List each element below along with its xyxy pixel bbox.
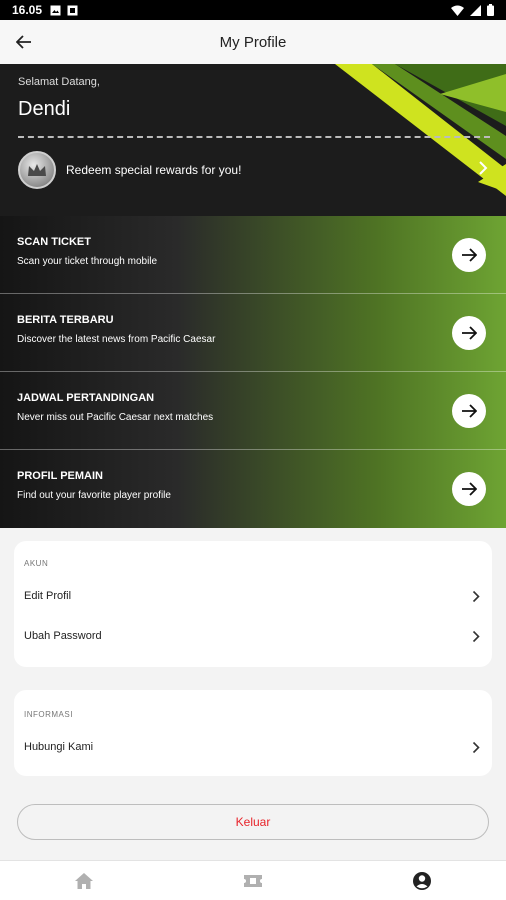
arrow-right-icon: [462, 482, 477, 496]
arrow-right-icon: [462, 404, 477, 418]
feature-menu: SCAN TICKET Scan your ticket through mob…: [0, 216, 506, 528]
nav-profile[interactable]: [337, 861, 506, 900]
arrow-right-button[interactable]: [452, 472, 486, 506]
arrow-right-button[interactable]: [452, 394, 486, 428]
arrow-right-icon: [462, 326, 477, 340]
notification-icon: [67, 5, 78, 15]
reward-text: Redeem special rewards for you!: [66, 163, 242, 177]
nav-home[interactable]: [0, 861, 169, 900]
home-icon: [75, 872, 94, 889]
change-password-row[interactable]: Ubah Password: [24, 624, 480, 648]
signal-icon: [470, 4, 481, 16]
logout-button[interactable]: Keluar: [17, 804, 489, 840]
information-card: INFORMASI Hubungi Kami: [14, 690, 492, 776]
ticket-icon: [244, 874, 262, 887]
status-time: 16.05: [12, 3, 43, 17]
information-section-label: INFORMASI: [24, 710, 73, 719]
menu-item-subtitle: Scan your ticket through mobile: [17, 256, 158, 267]
welcome-label: Selamat Datang,: [18, 76, 100, 88]
menu-item-title: JADWAL PERTANDINGAN: [17, 392, 155, 404]
user-name: Dendi: [18, 98, 71, 120]
edit-profile-row[interactable]: Edit Profil: [24, 584, 480, 608]
arrow-right-button[interactable]: [452, 316, 486, 350]
chevron-right-icon: [472, 590, 480, 602]
chevron-right-icon: [472, 630, 480, 642]
welcome-banner: Selamat Datang, Dendi Redeem special rew…: [0, 64, 506, 216]
gallery-icon: [50, 5, 61, 15]
nav-ticket[interactable]: [169, 861, 338, 900]
menu-item-subtitle: Never miss out Pacific Caesar next match…: [17, 412, 214, 423]
dashed-divider: [18, 136, 490, 138]
battery-icon: [487, 4, 494, 16]
menu-item-jadwal-pertandingan[interactable]: JADWAL PERTANDINGAN Never miss out Pacif…: [0, 372, 506, 450]
menu-item-profil-pemain[interactable]: PROFIL PEMAIN Find out your favorite pla…: [0, 450, 506, 528]
crown-medal-icon: [18, 151, 56, 189]
chevron-right-icon: [472, 741, 480, 753]
row-label: Edit Profil: [24, 590, 72, 602]
bottom-navigation: [0, 860, 506, 900]
arrow-right-button[interactable]: [452, 238, 486, 272]
page-title: My Profile: [219, 33, 287, 51]
arrow-left-icon: [16, 35, 31, 49]
row-label: Ubah Password: [24, 630, 102, 642]
app-bar: My Profile: [0, 20, 506, 64]
menu-item-scan-ticket[interactable]: SCAN TICKET Scan your ticket through mob…: [0, 216, 506, 294]
account-card: AKUN Edit Profil Ubah Password: [14, 541, 492, 667]
profile-icon: [412, 871, 431, 890]
account-section-label: AKUN: [24, 559, 49, 568]
menu-item-berita-terbaru[interactable]: BERITA TERBARU Discover the latest news …: [0, 294, 506, 372]
redeem-rewards-button[interactable]: Redeem special rewards for you!: [18, 150, 488, 190]
menu-item-title: SCAN TICKET: [17, 236, 91, 248]
wifi-icon: [451, 5, 464, 16]
contact-us-row[interactable]: Hubungi Kami: [24, 735, 480, 759]
back-button[interactable]: [0, 20, 48, 64]
chevron-right-icon: [479, 161, 488, 175]
menu-item-title: BERITA TERBARU: [17, 314, 114, 326]
status-bar: 16.05: [0, 0, 506, 20]
arrow-right-icon: [462, 248, 477, 262]
menu-item-subtitle: Find out your favorite player profile: [17, 490, 171, 501]
menu-item-title: PROFIL PEMAIN: [17, 470, 103, 482]
menu-item-subtitle: Discover the latest news from Pacific Ca…: [17, 334, 216, 345]
row-label: Hubungi Kami: [24, 741, 94, 753]
